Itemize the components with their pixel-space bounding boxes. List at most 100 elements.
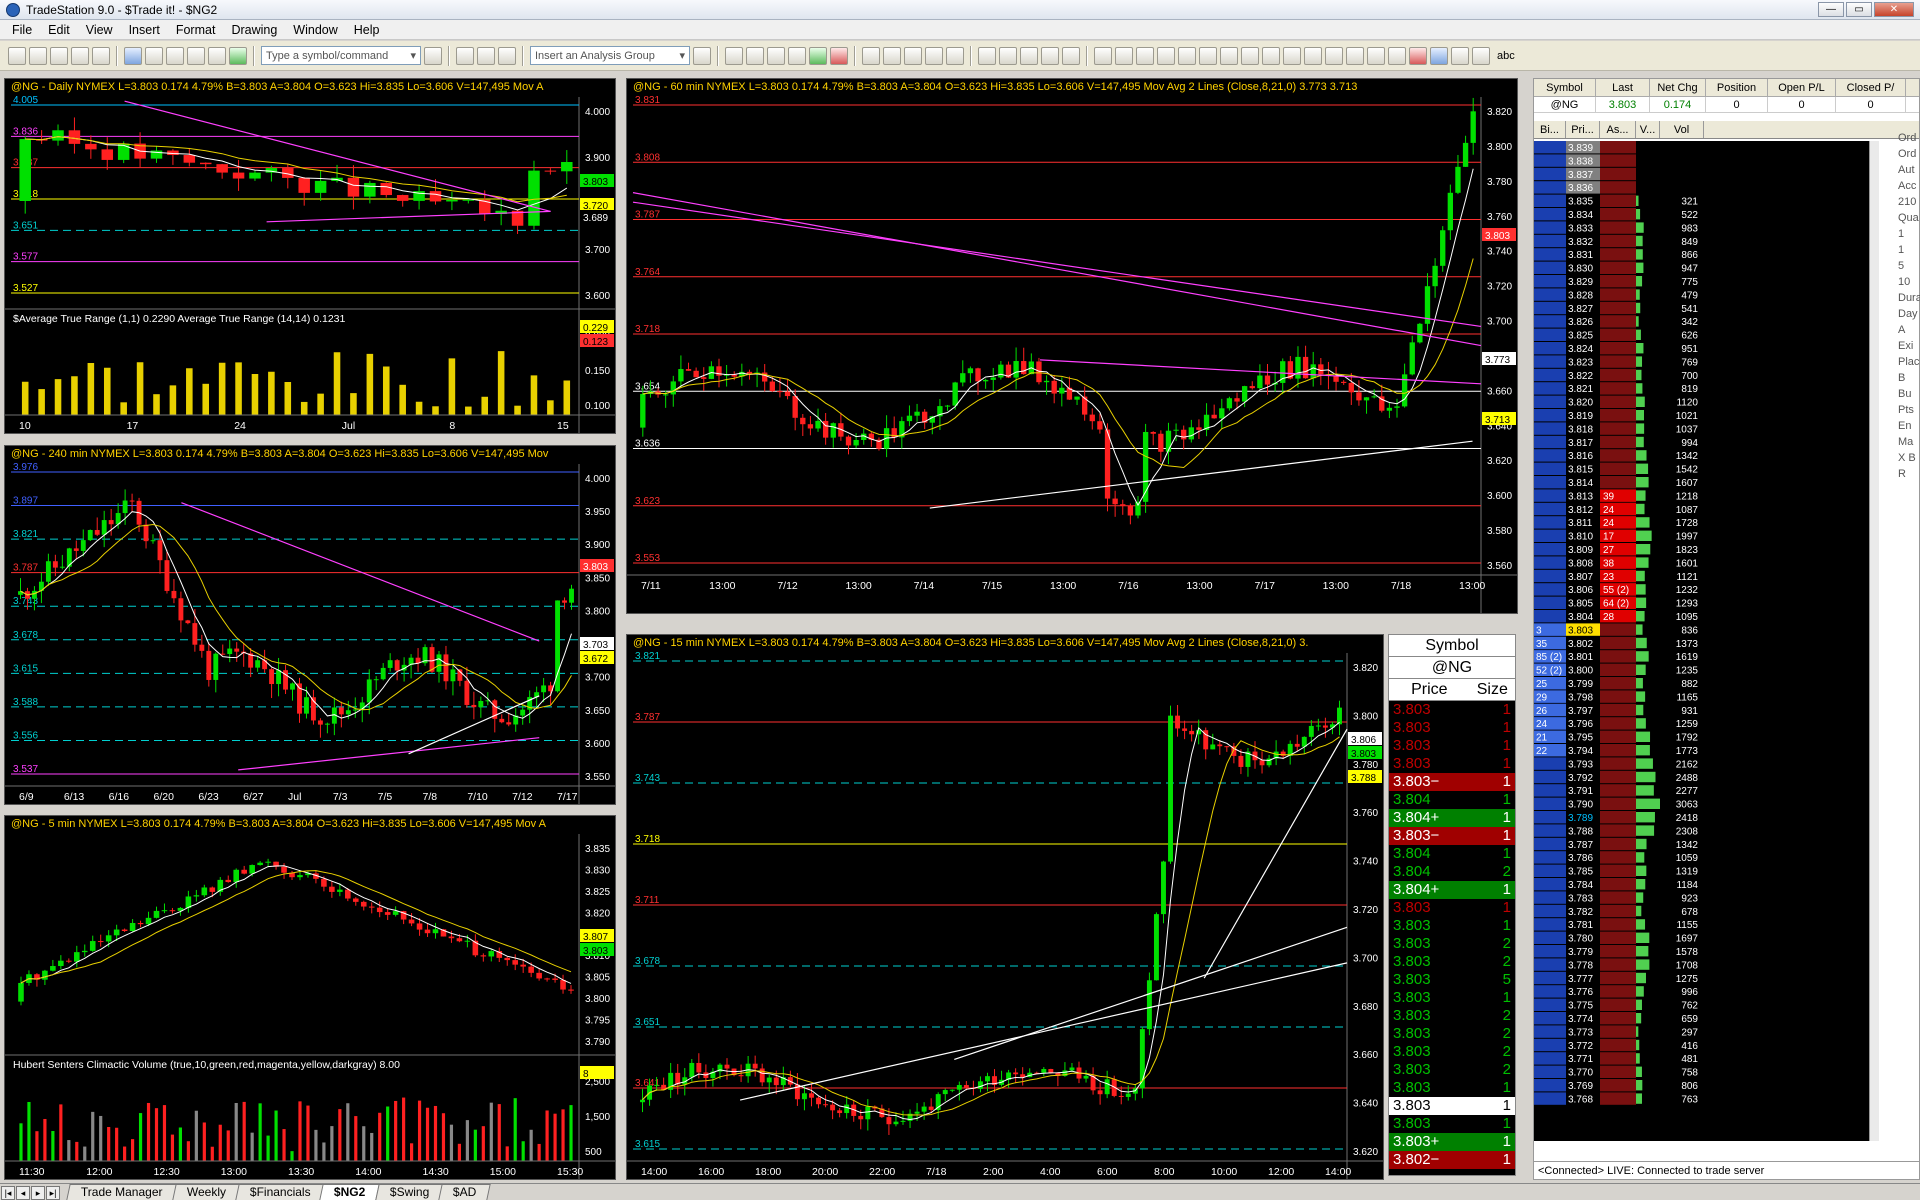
order-bar-item[interactable]: 10 [1898, 274, 1920, 290]
order-bar-item[interactable]: X B [1898, 450, 1920, 466]
tab-last-icon[interactable]: ▸| [46, 1186, 60, 1200]
close-button[interactable]: ✕ [1874, 2, 1914, 17]
order-bar-item[interactable]: 1 [1898, 226, 1920, 242]
radar-col-position[interactable]: Position [1706, 79, 1768, 96]
andrews-icon[interactable] [1157, 46, 1175, 65]
arrow-icon[interactable] [1241, 46, 1259, 65]
order-bar-item[interactable]: Pts [1898, 402, 1920, 418]
rectangle-icon[interactable] [1472, 46, 1490, 65]
new-icon[interactable] [8, 46, 26, 65]
ellipse-icon[interactable] [1451, 46, 1469, 65]
refresh-icon[interactable] [746, 46, 764, 65]
matrix-col-v[interactable]: V... [1636, 121, 1660, 138]
window-icon[interactable] [166, 46, 184, 65]
up-arrow-icon[interactable] [1430, 46, 1448, 65]
5min-chart[interactable]: @NG - 5 min NYMEX L=3.803 0.174 4.79% B=… [4, 815, 616, 1180]
matrix-col-price[interactable]: Pri... [1566, 121, 1600, 138]
lock-icon[interactable] [187, 46, 205, 65]
radar-icon[interactable] [477, 46, 495, 65]
order-bar-item[interactable]: B [1898, 370, 1920, 386]
parallel-lines-icon[interactable] [1115, 46, 1133, 65]
folder-icon[interactable] [92, 46, 110, 65]
tab-prev-icon[interactable]: ◂ [16, 1186, 30, 1200]
tab-next-icon[interactable]: ▸ [31, 1186, 45, 1200]
pointer-icon[interactable] [978, 46, 996, 65]
ts-size-header[interactable]: Size [1470, 679, 1515, 700]
matrix-col-ask[interactable]: As... [1600, 121, 1636, 138]
radar-col-netchg[interactable]: Net Chg [1650, 79, 1706, 96]
menu-drawing[interactable]: Drawing [223, 23, 285, 37]
tab-first-icon[interactable]: |◂ [1, 1186, 15, 1200]
order-bar[interactable]: Ord Ord Aut Acc 210 Qua 1 1 5 10 Dura Day A Exi Plac B B… [1898, 130, 1920, 660]
hline-icon[interactable] [1136, 46, 1154, 65]
order-bar-item[interactable]: A [1898, 322, 1920, 338]
order-bar-item[interactable]: R [1898, 466, 1920, 482]
tab-trade-manager[interactable]: Trade Manager [66, 1184, 178, 1200]
red-bars-icon[interactable] [830, 46, 848, 65]
order-bar-item[interactable]: Aut [1898, 162, 1920, 178]
radar-col-symbol[interactable]: Symbol [1534, 79, 1596, 96]
hammer-icon[interactable] [1020, 46, 1038, 65]
order-bar-item[interactable]: Day [1898, 306, 1920, 322]
radar-col-closedpl[interactable]: Closed P/ [1836, 79, 1906, 96]
channel-icon[interactable] [1283, 46, 1301, 65]
save-all-icon[interactable] [71, 46, 89, 65]
order-bar-item[interactable]: Acc [1898, 178, 1920, 194]
print-preview-icon[interactable] [145, 46, 163, 65]
gray-icon[interactable] [1062, 46, 1080, 65]
60min-chart[interactable]: @NG - 60 min NYMEX L=3.803 0.174 4.79% B… [626, 78, 1518, 614]
symbol-lookup-icon[interactable] [424, 46, 442, 65]
order-bar-item[interactable]: Ord [1898, 130, 1920, 146]
updown-arrow-icon[interactable] [1262, 46, 1280, 65]
analysis-group-input[interactable]: Insert an Analysis Group ▾ [530, 46, 690, 65]
bars-icon[interactable] [862, 46, 880, 65]
ruler-icon[interactable] [1346, 46, 1364, 65]
matrix-body[interactable]: 3.839 3.838 3.837 3.836 3.835 321 3.834 522 3.83… [1534, 141, 1704, 1141]
radar-row[interactable]: @NG 3.803 0.174 0 0 0 [1534, 97, 1919, 113]
order-bar-item[interactable]: Dura [1898, 290, 1920, 306]
maximize-button[interactable]: ▭ [1846, 2, 1872, 17]
matrix-icon[interactable] [498, 46, 516, 65]
save-icon[interactable] [50, 46, 68, 65]
order-bar-item[interactable]: 1 [1898, 242, 1920, 258]
crosshair-icon[interactable] [999, 46, 1017, 65]
menu-edit[interactable]: Edit [40, 23, 78, 37]
matrix-col-vol[interactable]: Vol [1660, 121, 1704, 138]
order-bar-item[interactable]: Bu [1898, 386, 1920, 402]
order-bar-item[interactable]: Plac [1898, 354, 1920, 370]
analysis-icon[interactable] [693, 46, 711, 65]
tab-weekly[interactable]: Weekly [171, 1184, 241, 1200]
240min-chart[interactable]: @NG - 240 min NYMEX L=3.803 0.174 4.79% … [4, 445, 616, 805]
down-arrow-icon[interactable] [1409, 46, 1427, 65]
zoom-out-icon[interactable] [946, 46, 964, 65]
order-bar-item[interactable]: En [1898, 418, 1920, 434]
open-icon[interactable] [29, 46, 47, 65]
globe-icon[interactable] [229, 46, 247, 65]
menu-view[interactable]: View [78, 23, 121, 37]
text-tool-icon[interactable]: abc [1493, 50, 1519, 62]
link-icon[interactable] [208, 46, 226, 65]
ts-price-header[interactable]: Price [1389, 679, 1470, 700]
15min-chart[interactable]: @NG - 15 min NYMEX L=3.803 0.174 4.79% B… [626, 634, 1384, 1180]
menu-insert[interactable]: Insert [121, 23, 168, 37]
zoom-in-icon[interactable] [925, 46, 943, 65]
order-bar-item[interactable]: 5 [1898, 258, 1920, 274]
print-icon[interactable] [124, 46, 142, 65]
radar-col-openpl[interactable]: Open P/L [1768, 79, 1836, 96]
fan-icon[interactable] [1325, 46, 1343, 65]
menu-window[interactable]: Window [285, 23, 345, 37]
order-bar-item[interactable]: Ord [1898, 146, 1920, 162]
chevron-down-icon[interactable]: ▾ [410, 49, 416, 62]
chevron-down-icon[interactable]: ▾ [679, 49, 685, 62]
minimize-button[interactable]: — [1818, 2, 1844, 17]
matrix-col-bid[interactable]: Bi... [1534, 121, 1566, 138]
bar-chart-icon[interactable] [767, 46, 785, 65]
chart-icon[interactable] [456, 46, 474, 65]
menu-help[interactable]: Help [346, 23, 388, 37]
curve-icon[interactable] [1388, 46, 1406, 65]
tab-ng2[interactable]: $NG2 [319, 1184, 381, 1200]
candle-icon[interactable] [788, 46, 806, 65]
radar-col-last[interactable]: Last [1596, 79, 1650, 96]
order-bar-item[interactable]: 210 [1898, 194, 1920, 210]
window-split-icon[interactable] [1041, 46, 1059, 65]
